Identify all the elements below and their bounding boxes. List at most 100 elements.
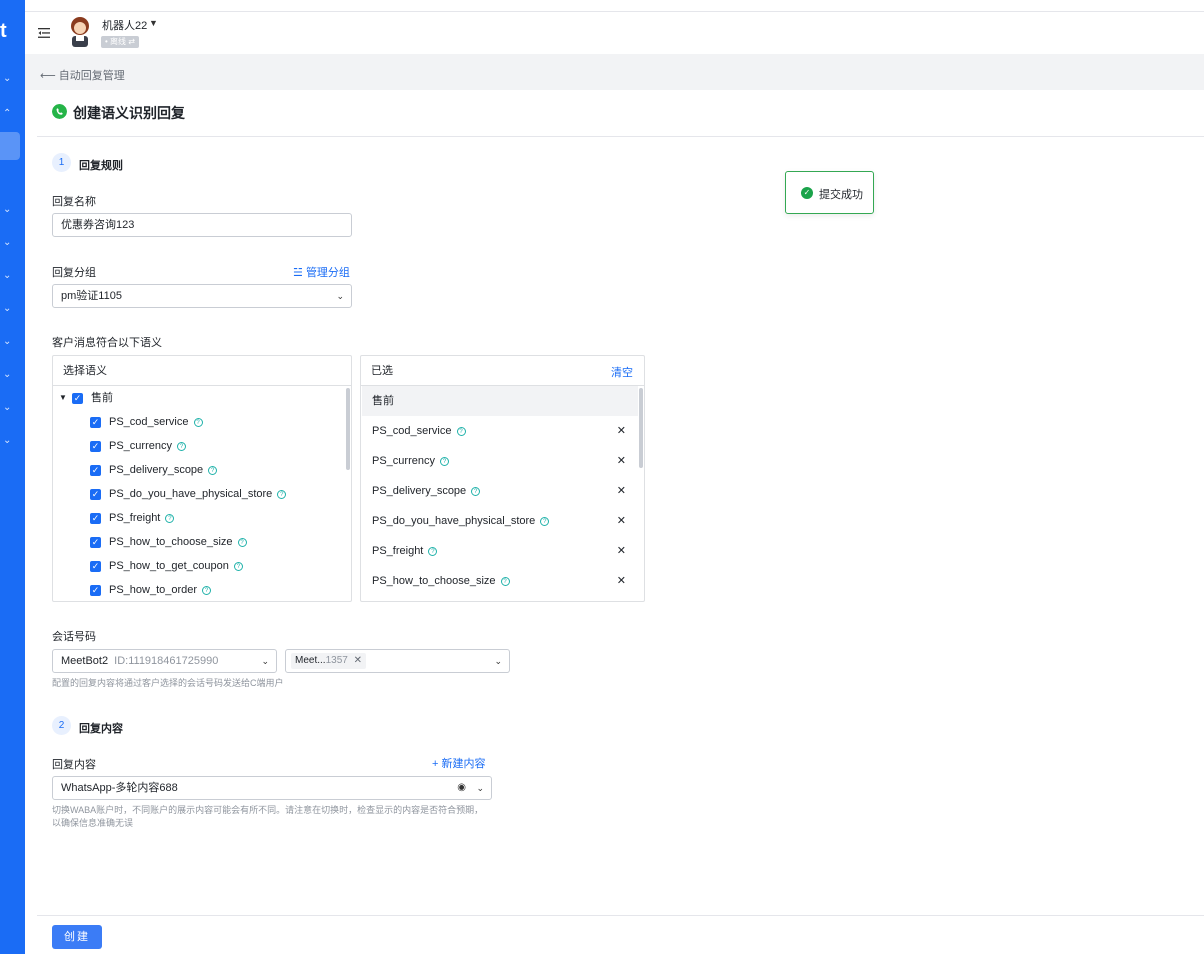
reply-content-label: 回复内容 <box>52 759 96 771</box>
check-circle-icon: ✓ <box>801 187 813 199</box>
checkbox-checked-icon[interactable]: ✓ <box>72 393 83 404</box>
close-icon[interactable]: ✕ <box>617 506 626 536</box>
checkbox-checked-icon[interactable]: ✓ <box>90 441 101 452</box>
selected-item: PS_do_you_have_physical_store? ✕ <box>362 506 638 536</box>
sliders-icon: ☱ <box>293 267 303 279</box>
scrollbar[interactable] <box>346 388 350 470</box>
nav-chevron-down-icon[interactable]: ⌄ <box>3 402 11 413</box>
nav-chevron-up-icon[interactable]: ⌃ <box>3 108 11 119</box>
bot-switch-caret-icon[interactable]: ▼ <box>149 18 158 28</box>
close-icon[interactable]: ✕ <box>617 416 626 446</box>
close-icon[interactable]: ✕ <box>617 536 626 566</box>
tree-item[interactable]: ✓ PS_how_to_choose_size? <box>53 530 343 554</box>
nav-chevron-down-icon[interactable]: ⌄ <box>3 303 11 314</box>
eye-icon[interactable]: ◉ <box>457 777 466 799</box>
tree-group-row[interactable]: ▼ ✓ 售前 <box>53 386 343 410</box>
close-icon[interactable]: ✕ <box>617 566 626 596</box>
tree-item[interactable]: ✓ PS_currency? <box>53 434 343 458</box>
nav-chevron-down-icon[interactable]: ⌄ <box>3 73 11 84</box>
item-label: PS_currency <box>372 455 435 467</box>
reply-content-select[interactable]: WhatsApp-多轮内容688 ◉ ⌄ <box>52 776 492 800</box>
help-icon[interactable]: ? <box>202 585 212 595</box>
help-icon[interactable]: ? <box>193 417 203 427</box>
session-bot-select[interactable]: MeetBot2 ID:111918461725990 ⌄ <box>52 649 277 673</box>
chevron-down-icon: ⌄ <box>494 656 502 666</box>
help-icon[interactable]: ? <box>237 537 247 547</box>
item-label: PS_delivery_scope <box>372 485 467 497</box>
bot-name[interactable]: 机器人22 <box>102 17 147 33</box>
reply-content-hint: 以确保信息准确无误 <box>52 818 134 828</box>
close-icon[interactable]: ✕ <box>617 476 626 506</box>
checkbox-checked-icon[interactable]: ✓ <box>90 465 101 476</box>
close-icon[interactable]: ✕ <box>354 655 362 666</box>
reply-name-label: 回复名称 <box>52 196 96 208</box>
tree-item[interactable]: ✓ PS_delivery_scope? <box>53 458 343 482</box>
tree-item[interactable]: ✓ PS_how_to_get_coupon? <box>53 554 343 578</box>
new-content-link[interactable]: + 新建内容 <box>432 755 486 771</box>
checkbox-checked-icon[interactable]: ✓ <box>90 537 101 548</box>
help-icon[interactable]: ? <box>233 561 243 571</box>
clear-link[interactable]: 清空 <box>611 364 633 380</box>
help-icon[interactable]: ? <box>428 546 438 556</box>
session-number-select[interactable]: Meet...1357 ✕ ⌄ <box>285 649 510 673</box>
nav-chevron-down-icon[interactable]: ⌄ <box>3 204 11 215</box>
group-label: 售前 <box>91 392 113 404</box>
help-icon[interactable]: ? <box>471 486 481 496</box>
scrollbar[interactable] <box>639 388 643 468</box>
nav-active-item[interactable] <box>0 132 20 160</box>
close-icon[interactable]: ✕ <box>617 446 626 476</box>
success-toast: ✓ 提交成功 <box>785 171 874 214</box>
tree-item[interactable]: ✓ PS_how_to_order? <box>53 578 343 602</box>
help-icon[interactable]: ? <box>208 465 218 475</box>
checkbox-checked-icon[interactable]: ✓ <box>90 561 101 572</box>
nav-chevron-down-icon[interactable]: ⌄ <box>3 336 11 347</box>
page-title: 创建语义识别回复 <box>73 105 185 121</box>
manage-group-link[interactable]: ☱ 管理分组 <box>293 264 350 280</box>
plus-icon: + <box>432 758 439 770</box>
checkbox-checked-icon[interactable]: ✓ <box>90 513 101 524</box>
checkbox-checked-icon[interactable]: ✓ <box>90 417 101 428</box>
tree-item[interactable]: ✓ PS_freight? <box>53 506 343 530</box>
help-icon[interactable]: ? <box>176 441 186 451</box>
item-label: PS_how_to_choose_size <box>372 575 496 587</box>
semantics-label: 客户消息符合以下语义 <box>52 337 162 349</box>
tree-item[interactable]: ✓ PS_do_you_have_physical_store? <box>53 482 343 506</box>
help-icon[interactable]: ? <box>439 456 449 466</box>
back-link-label: 自动回复管理 <box>58 70 125 82</box>
step-label: 回复规则 <box>79 160 123 172</box>
reply-group-select[interactable]: pm验证1105 ⌄ <box>52 284 352 308</box>
back-link[interactable]: ⟵ 自动回复管理 <box>40 67 125 83</box>
step-label: 回复内容 <box>79 723 123 735</box>
help-icon[interactable]: ? <box>456 426 466 436</box>
reply-name-input[interactable]: 优惠券咨询123 <box>52 213 352 237</box>
checkbox-checked-icon[interactable]: ✓ <box>90 489 101 500</box>
item-label: PS_do_you_have_physical_store <box>109 488 273 500</box>
footer-divider <box>37 915 1204 916</box>
chevron-down-icon: ⌄ <box>261 656 269 666</box>
nav-chevron-down-icon[interactable]: ⌄ <box>3 435 11 446</box>
help-icon[interactable]: ? <box>500 576 510 586</box>
chevron-down-icon: ⌄ <box>336 291 344 301</box>
new-content-label: 新建内容 <box>441 758 486 770</box>
create-button[interactable]: 创建 <box>52 925 102 949</box>
menu-fold-icon[interactable] <box>36 25 52 41</box>
item-label: PS_cod_service <box>372 425 452 437</box>
selected-item: PS_freight? ✕ <box>362 536 638 566</box>
checkbox-checked-icon[interactable]: ✓ <box>90 585 101 596</box>
help-icon[interactable]: ? <box>165 513 175 523</box>
nav-chevron-down-icon[interactable]: ⌄ <box>3 270 11 281</box>
reply-content-hint: 切换WABA账户时，不同账户的展示内容可能会有所不同。请注意在切换时，检查显示的… <box>52 805 484 815</box>
selected-item: PS_how_to_choose_size? ✕ <box>362 566 638 596</box>
caret-down-icon[interactable]: ▼ <box>59 386 67 410</box>
toast-text: 提交成功 <box>819 189 863 201</box>
nav-chevron-down-icon[interactable]: ⌄ <box>3 369 11 380</box>
help-icon[interactable]: ? <box>277 489 287 499</box>
selected-group-row: 售前 <box>362 386 638 416</box>
tree-item[interactable]: ✓ PS_cod_service? <box>53 410 343 434</box>
help-icon[interactable]: ? <box>540 516 550 526</box>
selected-item: PS_delivery_scope? ✕ <box>362 476 638 506</box>
bot-status-badge: • 离线 ⇄ <box>101 36 139 48</box>
nav-chevron-down-icon[interactable]: ⌄ <box>3 237 11 248</box>
reply-content-value: WhatsApp-多轮内容688 <box>61 782 178 794</box>
bot-avatar[interactable] <box>67 16 93 48</box>
